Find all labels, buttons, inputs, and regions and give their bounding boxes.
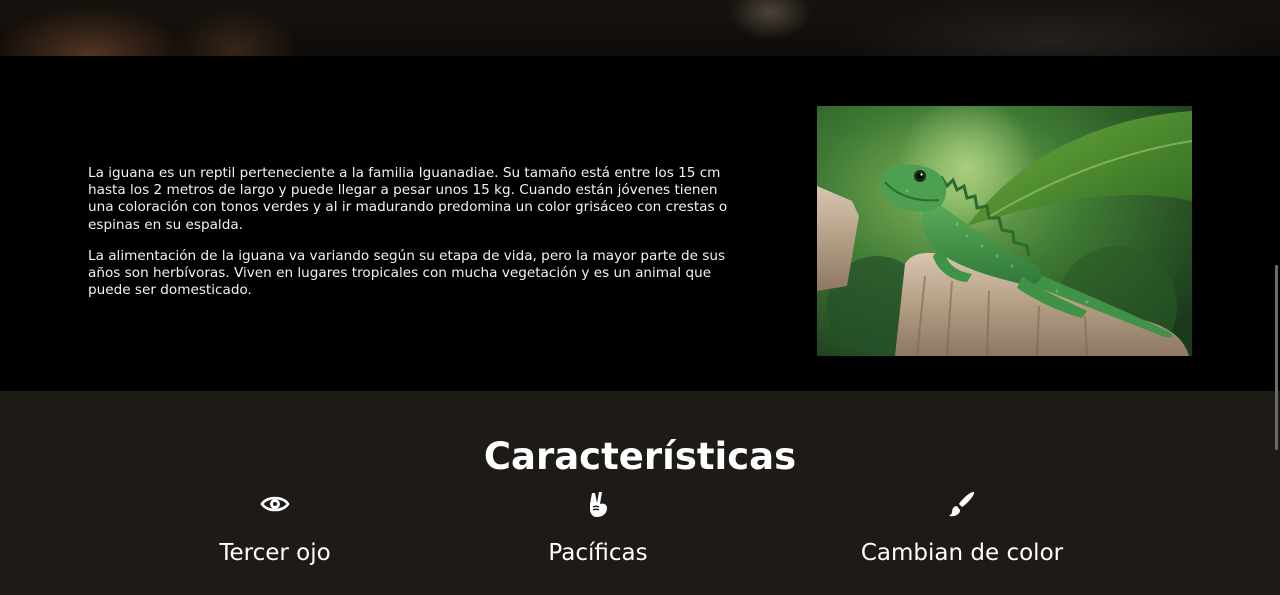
about-text: La iguana es un reptil perteneciente a l… — [88, 165, 736, 313]
feature-change-color: Cambian de color — [802, 489, 1122, 567]
paintbrush-icon — [949, 491, 975, 517]
feature-third-eye: Tercer ojo — [115, 489, 435, 567]
iguana-photo — [817, 106, 1192, 356]
feature-label-peaceful: Pacíficas — [548, 540, 648, 566]
about-section: La iguana es un reptil perteneciente a l… — [0, 57, 1280, 391]
scrollbar[interactable] — [1275, 265, 1278, 450]
page: La iguana es un reptil perteneciente a l… — [0, 0, 1280, 595]
feature-label-third-eye: Tercer ojo — [219, 540, 331, 566]
about-paragraph-2: La alimentación de la iguana va variando… — [88, 247, 726, 299]
eye-icon — [260, 496, 290, 512]
features-section: Características Tercer ojo Pacíficas Cam… — [0, 391, 1280, 595]
hero-image — [0, 0, 1280, 57]
about-paragraph-1: La iguana es un reptil perteneciente a l… — [88, 165, 728, 233]
feature-peaceful: Pacíficas — [438, 489, 758, 567]
features-title: Características — [483, 434, 797, 478]
peace-hand-icon — [590, 492, 607, 517]
feature-label-change-color: Cambian de color — [860, 540, 1064, 566]
